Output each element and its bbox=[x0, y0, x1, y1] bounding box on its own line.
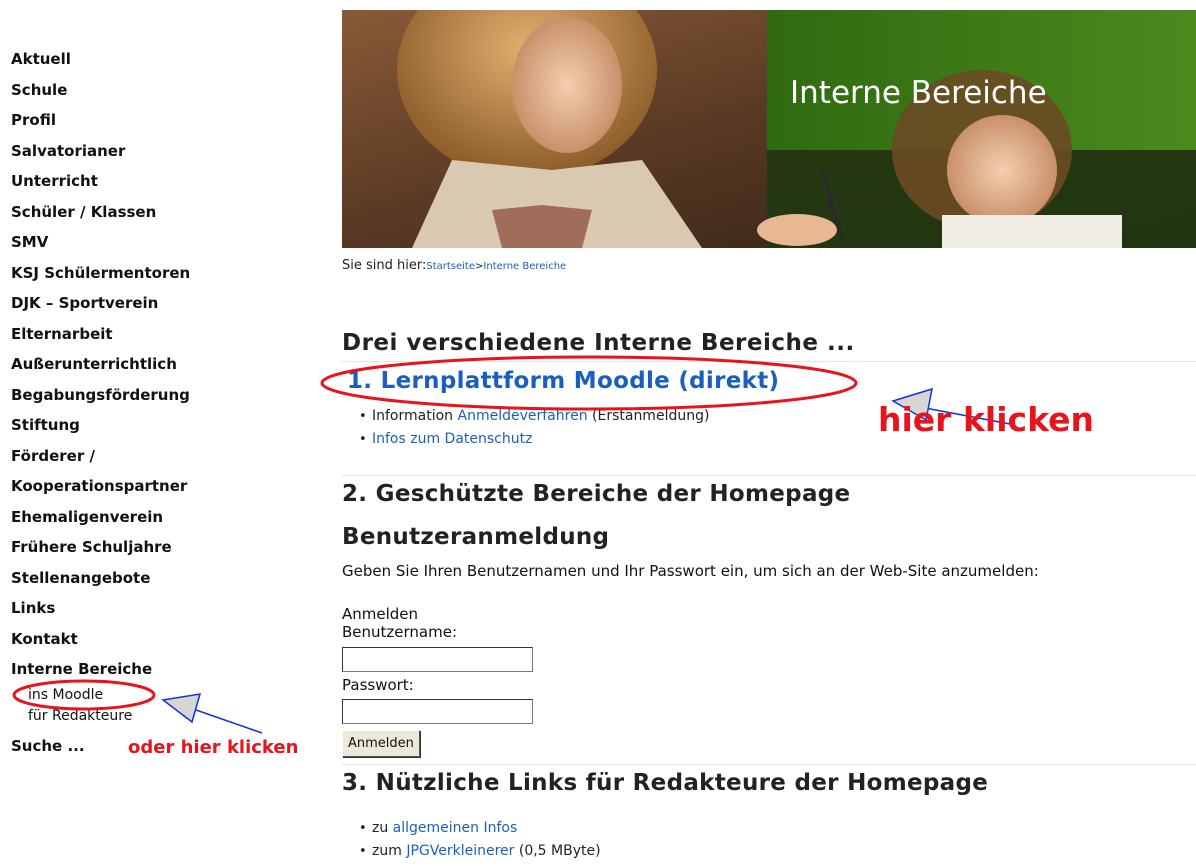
section1-list: Information Anmeldeverfahren (Erstanmeld… bbox=[342, 405, 709, 451]
password-label: Passwort: bbox=[342, 676, 414, 694]
sidebar-item-aktuell[interactable]: Aktuell bbox=[11, 44, 311, 75]
bullet-prefix: zum bbox=[372, 843, 407, 859]
datenschutz-link[interactable]: Infos zum Datenschutz bbox=[372, 431, 532, 447]
login-heading: Benutzeranmeldung bbox=[342, 524, 610, 550]
annotation-hier-klicken: hier klicken bbox=[878, 400, 1095, 439]
sidebar-item-schueler-klassen[interactable]: Schüler / Klassen bbox=[11, 197, 311, 228]
moodle-direct-link[interactable]: 1. Lernplattform Moodle (direkt) bbox=[347, 368, 779, 394]
sidebar-item-begabungsfoerderung[interactable]: Begabungsförderung bbox=[11, 380, 311, 411]
sidebar-item-kooperationspartner[interactable]: Kooperationspartner bbox=[11, 471, 311, 502]
sidebar-subitem-ins-moodle[interactable]: ins Moodle bbox=[11, 685, 311, 706]
section2-heading: 2. Geschützte Bereiche der Homepage bbox=[342, 481, 851, 507]
sidebar-item-links[interactable]: Links bbox=[11, 593, 311, 624]
breadcrumb: Sie sind hier:Startseite>Interne Bereich… bbox=[342, 258, 566, 273]
breadcrumb-prefix: Sie sind hier: bbox=[342, 258, 427, 273]
breadcrumb-home-link[interactable]: Startseite bbox=[426, 261, 475, 272]
username-label: Benutzername: bbox=[342, 623, 458, 641]
sidebar-item-foerderer[interactable]: Förderer / bbox=[11, 441, 311, 472]
list-item: zum JPGVerkleinerer (0,5 MByte) bbox=[342, 840, 601, 863]
sidebar-item-unterricht[interactable]: Unterricht bbox=[11, 166, 311, 197]
sidebar-item-stiftung[interactable]: Stiftung bbox=[11, 410, 311, 441]
anmeldeverfahren-link[interactable]: Anmeldeverfahren bbox=[458, 408, 588, 424]
sidebar-item-ausserunterrichtlich[interactable]: Außerunterrichtlich bbox=[11, 349, 311, 380]
sidebar-nav: Aktuell Schule Profil Salvatorianer Unte… bbox=[11, 44, 311, 761]
sidebar-item-ksj[interactable]: KSJ Schülermentoren bbox=[11, 258, 311, 289]
sidebar-item-smv[interactable]: SMV bbox=[11, 227, 311, 258]
banner-title: Interne Bereiche bbox=[790, 75, 1047, 111]
annotation-oder-hier-klicken: oder hier klicken bbox=[128, 737, 299, 758]
list-item: Infos zum Datenschutz bbox=[342, 428, 709, 451]
divider bbox=[342, 361, 1196, 362]
breadcrumb-current-link[interactable]: Interne Bereiche bbox=[483, 261, 566, 272]
sidebar-item-interne-bereiche[interactable]: Interne Bereiche bbox=[11, 654, 311, 685]
login-form-title: Anmelden bbox=[342, 605, 419, 623]
section3-heading: 3. Nützliche Links für Redakteure der Ho… bbox=[342, 770, 989, 796]
bullet-prefix: zu bbox=[372, 820, 393, 836]
page-title: Drei verschiedene Interne Bereiche ... bbox=[342, 330, 855, 356]
divider bbox=[342, 475, 1196, 476]
sidebar-item-profil[interactable]: Profil bbox=[11, 105, 311, 136]
login-submit-button[interactable]: Anmelden bbox=[342, 730, 420, 757]
sidebar-item-schule[interactable]: Schule bbox=[11, 75, 311, 106]
sidebar-item-kontakt[interactable]: Kontakt bbox=[11, 624, 311, 655]
header-banner: Interne Bereiche bbox=[342, 10, 1196, 248]
login-intro: Geben Sie Ihren Benutzernamen und Ihr Pa… bbox=[342, 562, 1039, 580]
allgemeine-infos-link[interactable]: allgemeinen Infos bbox=[393, 820, 518, 836]
username-input[interactable] bbox=[342, 647, 533, 672]
bullet-prefix: Information bbox=[372, 408, 458, 424]
sidebar-item-ehemaligenverein[interactable]: Ehemaligenverein bbox=[11, 502, 311, 533]
sidebar-item-fruehere-schuljahre[interactable]: Frühere Schuljahre bbox=[11, 532, 311, 563]
list-item: zu allgemeinen Infos bbox=[342, 817, 601, 840]
section3-list: zu allgemeinen Infos zum JPGVerkleinerer… bbox=[342, 817, 601, 863]
sidebar-item-djk[interactable]: DJK – Sportverein bbox=[11, 288, 311, 319]
list-item: Information Anmeldeverfahren (Erstanmeld… bbox=[342, 405, 709, 428]
password-input[interactable] bbox=[342, 699, 533, 724]
banner-photo bbox=[342, 10, 1196, 248]
sidebar-subitem-fuer-redakteure[interactable]: für Redakteure bbox=[11, 706, 311, 727]
sidebar-item-stellenangebote[interactable]: Stellenangebote bbox=[11, 563, 311, 594]
sidebar-item-elternarbeit[interactable]: Elternarbeit bbox=[11, 319, 311, 350]
divider bbox=[342, 764, 1196, 765]
jpgverkleinerer-link[interactable]: JPGVerkleinerer bbox=[406, 843, 514, 859]
bullet-suffix: (Erstanmeldung) bbox=[587, 408, 710, 424]
bullet-suffix: (0,5 MByte) bbox=[514, 843, 601, 859]
sidebar-item-salvatorianer[interactable]: Salvatorianer bbox=[11, 136, 311, 167]
